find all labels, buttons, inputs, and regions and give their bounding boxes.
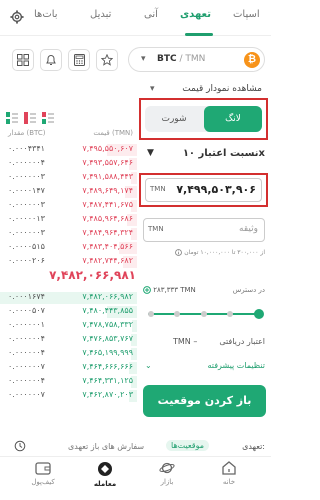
open-position-button[interactable]: باز کردن موقعیت: [143, 385, 266, 417]
chevron-down-icon: ⌄: [145, 361, 152, 370]
active-tab-indicator: [185, 33, 213, 36]
grid-icon: [17, 54, 29, 66]
received-credit: TMN – اعتبار دریافتی: [173, 337, 265, 346]
tab-bots[interactable]: بات‌ها: [34, 9, 58, 20]
buy-order-row[interactable]: ۰.۰۰۰۰۰۰۴ ۷,۴۶۵,۱۹۹,۹۹۹: [0, 347, 137, 361]
collateral-range-hint: از ۳۰۰,۰۰۰ تا ۱۰,۰۰۰,۰۰۰ تومان: [143, 249, 265, 256]
available-balance: ۲۸۳,۳۳۳ TMN در دسترس: [143, 286, 265, 298]
buy-order-row[interactable]: ۰.۰۰۰۰۰۰۴ ۷,۴۶۴,۳۳۱,۱۲۵: [0, 375, 137, 389]
qty-header: مقدار (BTC): [8, 129, 46, 137]
tab-positions[interactable]: موقعیت‌ها: [166, 440, 210, 451]
tab-margin[interactable]: تعهدی: [180, 9, 211, 20]
slider-step-0[interactable]: [148, 311, 154, 317]
orderbook-buy-view-icon[interactable]: [6, 112, 18, 124]
calculator-icon: [73, 54, 85, 66]
collateral-placeholder: وثیقه: [239, 224, 258, 234]
buy-order-row[interactable]: ۰.۰۰۰۰۰۰۴ ۷,۴۷۶,۸۵۳,۷۶۷: [0, 333, 137, 347]
nav-market[interactable]: بازار: [142, 461, 192, 486]
sell-order-row[interactable]: ۰.۰۰۰۰۵۱۵ ۷,۴۸۳,۴۰۴,۵۶۶: [0, 241, 137, 255]
long-short-toggle-highlight: شورت لانگ: [139, 98, 268, 140]
received-credit-value: TMN –: [173, 337, 198, 346]
sell-order-row[interactable]: ۰.۰۰۰۰۰۰۳ ۷,۴۹۱,۵۸۸,۴۴۳: [0, 171, 137, 185]
planet-icon: [159, 462, 175, 474]
chevron-down-icon: ▾: [150, 84, 155, 94]
buy-order-row[interactable]: ۰.۰۰۰۰۰۰۱ ۷,۴۷۸,۷۵۸,۳۳۲: [0, 319, 137, 333]
sell-order-row[interactable]: ۰.۰۰۰۴۳۴۱ ۷,۴۹۵,۵۵۰,۶۰۷: [0, 143, 137, 157]
nav-home[interactable]: خانه: [204, 461, 254, 486]
sell-order-row[interactable]: ۰.۰۰۰۰۲۰۶ ۷,۴۸۲,۷۴۴,۶۸۲: [0, 255, 137, 269]
sell-order-row[interactable]: ۰.۰۰۰۰۰۰۳ ۷,۴۸۴,۹۶۴,۳۲۴: [0, 227, 137, 241]
view-chart-link[interactable]: ▾ مشاهده نمودار قیمت: [0, 84, 268, 98]
sell-order-row[interactable]: ۰.۰۰۰۰۰۰۴ ۷,۴۹۳,۵۵۷,۶۴۶: [0, 157, 137, 171]
amount-slider[interactable]: [148, 309, 264, 319]
last-trade-price: ۷,۴۸۲,۰۶۶,۹۸۱: [49, 268, 136, 282]
collateral-input[interactable]: TMN وثیقه: [143, 218, 265, 242]
buy-order-row[interactable]: ۰.۰۰۰۱۶۷۴ ۷,۴۸۲,۰۶۶,۹۸۲: [0, 291, 137, 305]
slider-step-25[interactable]: [174, 311, 180, 317]
available-value: ۲۸۳,۳۳۳ TMN: [143, 286, 196, 294]
orderbook-sell-view-icon[interactable]: [24, 112, 36, 124]
sell-order-row[interactable]: ۰.۰۰۰۰۰۱۳ ۷,۴۸۵,۹۶۴,۶۸۶: [0, 213, 137, 227]
chevron-down-icon: ▾: [141, 54, 146, 64]
trade-icon: [98, 462, 112, 476]
nav-trade[interactable]: معامله: [80, 461, 130, 488]
top-tabs: بات‌ها تبدیل آنی تعهدی اسپات: [0, 0, 271, 36]
history-icon[interactable]: [14, 440, 26, 452]
pair-selector[interactable]: ▾ BTC / TMN ₿: [128, 47, 265, 72]
bell-plus-icon: [46, 55, 56, 65]
orderbook-both-view-icon[interactable]: [42, 112, 54, 124]
chevron-down-icon: ▼: [147, 148, 154, 158]
buy-order-row[interactable]: ۰.۰۰۰۰۰۰۷ ۷,۴۶۴,۶۶۶,۶۶۶: [0, 361, 137, 375]
bitcoin-icon: ₿: [244, 52, 260, 68]
bottom-nav: کیف‌پول معامله بازار خانه: [0, 456, 271, 500]
star-icon: [101, 54, 113, 66]
price-input[interactable]: TMN ۷,۴۹۹,۵۰۳,۹۰۶: [145, 178, 262, 202]
tab-spot[interactable]: اسپات: [233, 9, 260, 20]
buy-order-row[interactable]: ۰.۰۰۰۰۰۰۷ ۷,۴۶۲,۸۷۰,۲۰۳: [0, 389, 137, 403]
price-header: قیمت (TMN): [93, 129, 133, 137]
gear-icon[interactable]: [10, 10, 24, 24]
long-button[interactable]: لانگ: [204, 106, 262, 132]
pair-label: BTC / TMN: [157, 54, 206, 64]
margin-filter-label: تعهدی:: [242, 442, 265, 451]
tab-instant[interactable]: آنی: [144, 9, 158, 20]
tab-convert[interactable]: تبدیل: [90, 9, 111, 20]
collateral-unit: TMN: [148, 225, 164, 233]
orders-tabs: سفارش های باز تعهدی موقعیت‌ها تعهدی:: [0, 440, 271, 456]
tab-open-margin-orders[interactable]: سفارش های باز تعهدی: [68, 442, 144, 451]
price-value: ۷,۴۹۹,۵۰۳,۹۰۶: [176, 183, 256, 196]
buy-order-row[interactable]: ۰.۰۰۰۰۵۰۷ ۷,۴۸۰,۴۴۳,۸۵۵: [0, 305, 137, 319]
alert-button[interactable]: [40, 49, 62, 71]
slider-step-75[interactable]: [227, 311, 233, 317]
slider-step-50[interactable]: [201, 311, 207, 317]
favorite-button[interactable]: [96, 49, 118, 71]
advanced-settings-toggle[interactable]: ⌄ تنظیمات پیشرفته: [143, 361, 265, 373]
grid-view-button[interactable]: [12, 49, 34, 71]
home-icon: [222, 461, 236, 475]
calculator-button[interactable]: [68, 49, 90, 71]
price-unit: TMN: [150, 185, 166, 193]
orderbook-header: مقدار (BTC) قیمت (TMN): [0, 129, 137, 141]
long-short-toggle: شورت لانگ: [145, 106, 262, 132]
slider-knob[interactable]: [254, 309, 264, 319]
price-field-highlight: TMN ۷,۴۹۹,۵۰۳,۹۰۶: [139, 173, 268, 207]
plus-circle-icon[interactable]: [143, 286, 151, 294]
sell-order-row[interactable]: ۰.۰۰۰۰۰۰۳ ۷,۴۸۷,۴۴۱,۶۷۵: [0, 199, 137, 213]
nav-wallet[interactable]: کیف‌پول: [18, 461, 68, 486]
short-button[interactable]: شورت: [145, 106, 203, 132]
orderbook-view-toggles: [6, 112, 56, 126]
info-icon: [175, 249, 183, 256]
wallet-icon: [35, 462, 51, 475]
sell-order-row[interactable]: ۰.۰۰۰۰۱۴۷ ۷,۴۸۹,۶۴۹,۱۷۴: [0, 185, 137, 199]
leverage-selector[interactable]: ▼ نسبت اعتبار ۱۰x: [143, 148, 265, 162]
